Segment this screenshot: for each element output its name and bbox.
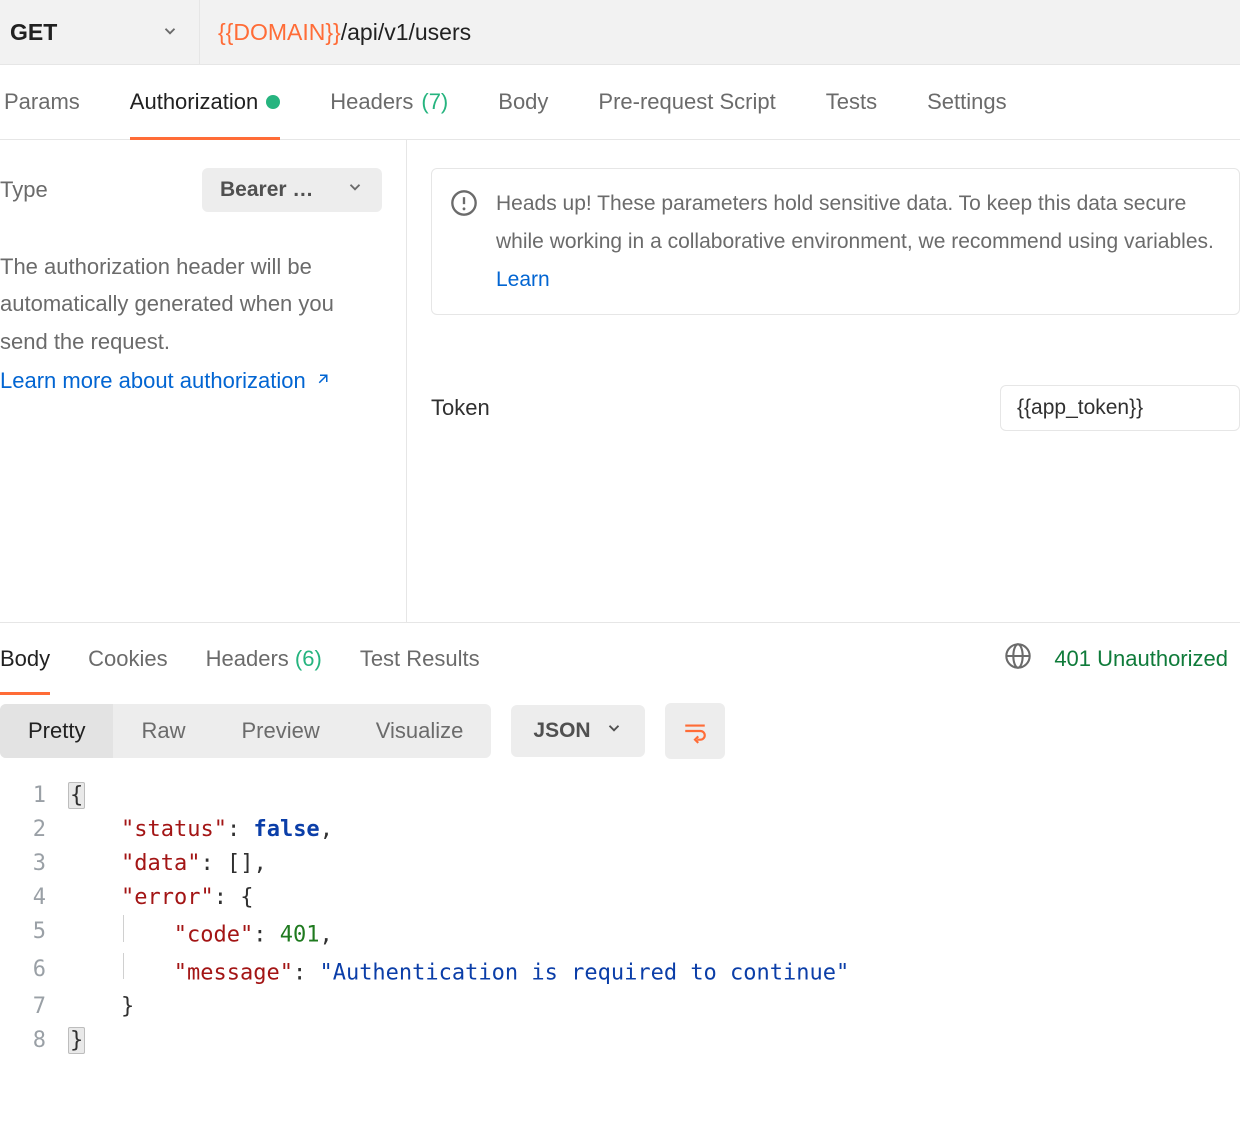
tab-prerequest-label: Pre-request Script [598,89,775,115]
token-label: Token [431,395,490,421]
json-key: "status" [121,817,227,842]
tab-headers-label: Headers [330,89,413,115]
view-mode-segment: Pretty Raw Preview Visualize [0,704,491,758]
tab-tests[interactable]: Tests [826,65,877,139]
response-tabs: Body Cookies Headers (6) Test Results 40… [0,623,1240,695]
tab-headers-count: (7) [421,89,448,115]
line-number: 1 [0,779,68,813]
line-wrap-toggle[interactable] [665,703,725,759]
resp-tab-body-label: Body [0,646,50,672]
line-number: 5 [0,915,68,952]
json-key: "error" [121,885,214,910]
json-brace-open: { [240,885,253,910]
line-number: 6 [0,953,68,990]
resp-tab-headers-label: Headers [206,646,289,672]
auth-type-value: Bearer … [220,178,313,202]
chevron-down-icon [346,178,364,202]
authorization-right-column: Heads up! These parameters hold sensitiv… [407,140,1240,622]
tab-authorization-label: Authorization [130,89,258,115]
tab-params-label: Params [4,89,80,115]
response-status-area: 401 Unauthorized [1004,642,1240,676]
request-url-path: /api/v1/users [341,19,471,46]
authorization-panel: Type Bearer … The authorization header w… [0,140,1240,623]
indent-guide [123,953,124,979]
http-method-value: GET [10,19,57,46]
resp-tab-headers[interactable]: Headers (6) [206,623,322,695]
active-dot-icon [266,95,280,109]
banner-learn-link[interactable]: Learn [496,268,550,291]
auth-type-label: Type [0,177,48,203]
tab-params[interactable]: Params [4,65,80,139]
tab-prerequest[interactable]: Pre-request Script [598,65,775,139]
line-number: 8 [0,1024,68,1058]
response-status: 401 Unauthorized [1054,646,1228,672]
auth-type-row: Type Bearer … [0,168,382,212]
json-number: 401 [280,923,320,948]
response-format-value: JSON [533,719,590,743]
request-bar: GET {{DOMAIN}}/api/v1/users [0,0,1240,65]
external-link-icon [314,368,332,394]
json-brace-open: { [68,782,85,809]
line-number: 4 [0,881,68,915]
tab-settings[interactable]: Settings [927,65,1007,139]
line-number: 2 [0,813,68,847]
tab-body-label: Body [498,89,548,115]
json-brace-close: } [121,994,134,1019]
response-body-editor[interactable]: 1 { 2 "status": false, 3 "data": [], 4 "… [0,771,1240,1059]
line-number: 3 [0,847,68,881]
auth-learn-more-label: Learn more about authorization [0,368,306,394]
request-tabs: Params Authorization Headers (7) Body Pr… [0,65,1240,140]
banner-text: Heads up! These parameters hold sensitiv… [496,192,1214,253]
globe-icon[interactable] [1004,642,1032,676]
tab-tests-label: Tests [826,89,877,115]
resp-tab-test-results-label: Test Results [360,646,480,672]
authorization-left-column: Type Bearer … The authorization header w… [0,140,407,622]
chevron-down-icon [605,719,623,743]
info-warning-icon [450,185,478,298]
json-key: "message" [174,960,293,985]
resp-tab-cookies[interactable]: Cookies [88,623,167,695]
resp-tab-headers-count: (6) [295,646,322,672]
view-preview[interactable]: Preview [213,704,347,758]
token-value: {{app_token}} [1017,396,1143,419]
view-raw[interactable]: Raw [113,704,213,758]
resp-tab-cookies-label: Cookies [88,646,167,672]
banner-text-wrap: Heads up! These parameters hold sensitiv… [496,185,1221,298]
json-bool: false [253,817,319,842]
auth-learn-more-link[interactable]: Learn more about authorization [0,368,332,394]
tab-headers[interactable]: Headers (7) [330,65,448,139]
view-visualize[interactable]: Visualize [348,704,492,758]
request-url-input[interactable]: {{DOMAIN}}/api/v1/users [200,0,1240,64]
resp-tab-body[interactable]: Body [0,623,50,695]
token-input[interactable]: {{app_token}} [1000,385,1240,431]
http-method-select[interactable]: GET [0,0,200,64]
json-string: "Authentication is required to continue" [319,960,849,985]
indent-guide [123,915,124,941]
json-key: "code" [174,923,253,948]
line-number: 7 [0,990,68,1024]
json-array: [] [227,851,254,876]
sensitive-data-banner: Heads up! These parameters hold sensitiv… [431,168,1240,315]
auth-description: The authorization header will be automat… [0,248,382,360]
request-url-variable: {{DOMAIN}} [218,19,341,46]
tab-settings-label: Settings [927,89,1007,115]
json-key: "data" [121,851,200,876]
response-view-toolbar: Pretty Raw Preview Visualize JSON [0,695,1240,771]
chevron-down-icon [161,19,179,46]
tab-authorization[interactable]: Authorization [130,65,280,139]
auth-type-select[interactable]: Bearer … [202,168,382,212]
tab-body[interactable]: Body [498,65,548,139]
json-brace-close: } [68,1027,85,1054]
resp-tab-test-results[interactable]: Test Results [360,623,480,695]
response-format-select[interactable]: JSON [511,705,644,757]
token-row: Token {{app_token}} [431,385,1240,431]
view-pretty[interactable]: Pretty [0,704,113,758]
